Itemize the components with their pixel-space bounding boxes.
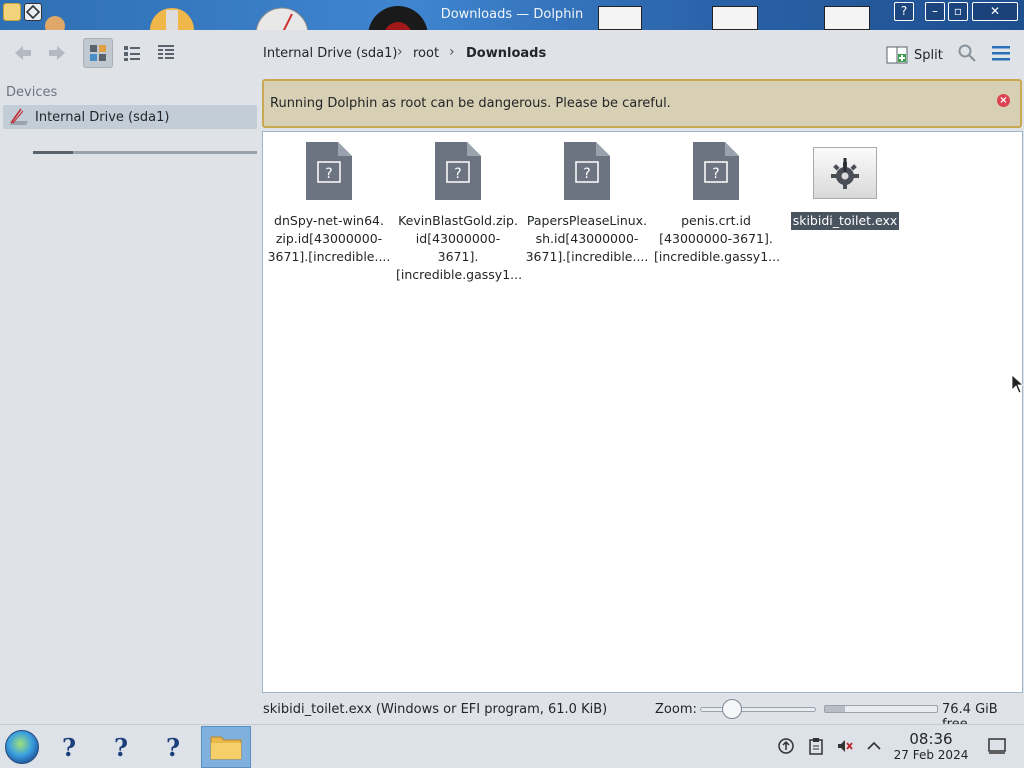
start-menu-button[interactable] <box>5 730 39 764</box>
taskbar-app-dolphin[interactable] <box>201 726 251 768</box>
sidebar-item-label: Internal Drive (sda1) <box>35 109 170 125</box>
file-name: KevinBlastGold.zip. id[43000000-3671]. [in… <box>396 213 523 282</box>
file-item[interactable]: ? dnSpy-net-win64. zip.id[43000000- 3671].… <box>267 142 391 266</box>
hamburger-menu-button[interactable] <box>986 38 1016 68</box>
mouse-cursor-icon <box>1011 374 1023 394</box>
free-space-bar <box>824 705 938 713</box>
forward-button[interactable] <box>42 38 72 68</box>
unknown-file-icon: ? <box>564 142 610 200</box>
taskbar: ? ? ? 08:36 27 Feb 2024 <box>0 724 1024 768</box>
file-name: penis.crt.id [43000000-3671]. [incredible.… <box>654 213 781 264</box>
zoom-slider[interactable] <box>700 707 816 712</box>
search-icon <box>958 44 976 62</box>
toolbar: Internal Drive (sda1) › root › Downloads… <box>0 30 1024 78</box>
volume-muted-icon[interactable] <box>836 737 854 755</box>
chevron-up-icon[interactable] <box>865 737 883 755</box>
svg-text:?: ? <box>325 166 332 182</box>
status-text: skibidi_toilet.exx (Windows or EFI progr… <box>263 702 608 717</box>
places-sidebar: Devices Internal Drive (sda1) <box>0 78 260 698</box>
breadcrumb-separator: › <box>397 44 403 60</box>
details-view-icon <box>158 45 174 59</box>
close-warning-icon[interactable]: × <box>997 94 1010 107</box>
taskbar-app-unknown[interactable]: ? <box>105 731 137 763</box>
compact-view-button[interactable] <box>117 38 147 68</box>
compact-view-icon <box>124 46 140 61</box>
maximize-button[interactable]: ▫ <box>948 2 968 21</box>
arrow-left-icon <box>15 46 31 60</box>
zoom-slider-handle[interactable] <box>722 699 742 719</box>
file-item-selected[interactable]: skibidi_toilet.exx <box>783 142 907 230</box>
taskbar-app-unknown[interactable]: ? <box>157 731 189 763</box>
split-label: Split <box>914 47 943 63</box>
title-bar: Downloads — Dolphin ? – ▫ ✕ <box>0 0 1024 30</box>
drive-icon <box>10 108 28 125</box>
file-item[interactable]: ? penis.crt.id [43000000-3671]. [incredibl… <box>654 142 781 266</box>
warning-message: Running Dolphin as root can be dangerous… <box>270 96 671 111</box>
breadcrumb-item-current[interactable]: Downloads <box>466 46 546 61</box>
clock-time[interactable]: 08:36 <box>905 730 957 748</box>
file-name: PapersPleaseLinux. sh.id[43000000- 3671].[… <box>525 213 649 264</box>
split-button[interactable]: Split <box>886 43 943 67</box>
taskbar-app-unknown[interactable]: ? <box>53 731 85 763</box>
svg-text:?: ? <box>583 166 590 182</box>
svg-text:?: ? <box>712 166 719 182</box>
icons-view-button[interactable] <box>83 38 113 68</box>
network-icon[interactable] <box>777 737 795 755</box>
window-title: Downloads — Dolphin <box>440 7 584 22</box>
arrow-right-icon <box>49 46 65 60</box>
clock-date[interactable]: 27 Feb 2024 <box>890 748 972 762</box>
status-bar: skibidi_toilet.exx (Windows or EFI progr… <box>0 698 1024 732</box>
breadcrumb-item-root[interactable]: root <box>413 46 439 61</box>
clipboard-icon[interactable] <box>807 737 825 755</box>
executable-gear-icon <box>813 147 877 199</box>
back-button[interactable] <box>8 38 38 68</box>
file-view[interactable]: ? dnSpy-net-win64. zip.id[43000000- 3671].… <box>262 131 1023 693</box>
file-item[interactable]: ? KevinBlastGold.zip. id[43000000-3671].[… <box>396 142 523 284</box>
icons-view-icon <box>90 45 106 61</box>
search-button[interactable] <box>952 38 982 68</box>
sidebar-heading-devices: Devices <box>6 85 58 100</box>
file-name: dnSpy-net-win64. zip.id[43000000- 3671].[i… <box>267 213 391 264</box>
details-view-button[interactable] <box>151 38 181 68</box>
breadcrumb-separator: › <box>449 44 455 60</box>
show-desktop-icon[interactable] <box>988 737 1006 755</box>
help-button[interactable]: ? <box>894 2 914 21</box>
root-warning-banner: Running Dolphin as root can be dangerous… <box>262 79 1022 128</box>
hamburger-menu-icon <box>992 46 1010 61</box>
unknown-file-icon: ? <box>306 142 352 200</box>
minimize-button[interactable]: – <box>925 2 945 21</box>
free-space-bar-fill <box>825 706 845 712</box>
unknown-file-icon: ? <box>693 142 739 200</box>
capacity-bar <box>33 151 257 154</box>
zoom-label: Zoom: <box>655 702 697 717</box>
capacity-bar-fill <box>33 151 73 154</box>
breadcrumb-item-drive[interactable]: Internal Drive (sda1) <box>263 46 397 61</box>
sidebar-item-internal-drive[interactable]: Internal Drive (sda1) <box>3 105 257 154</box>
split-view-icon <box>886 46 908 64</box>
svg-text:?: ? <box>454 166 461 182</box>
file-name-selected: skibidi_toilet.exx <box>790 212 900 230</box>
unknown-file-icon: ? <box>435 142 481 200</box>
close-button[interactable]: ✕ <box>972 2 1018 21</box>
file-item[interactable]: ? PapersPleaseLinux. sh.id[43000000- 3671]… <box>525 142 649 266</box>
folder-icon <box>210 736 242 760</box>
